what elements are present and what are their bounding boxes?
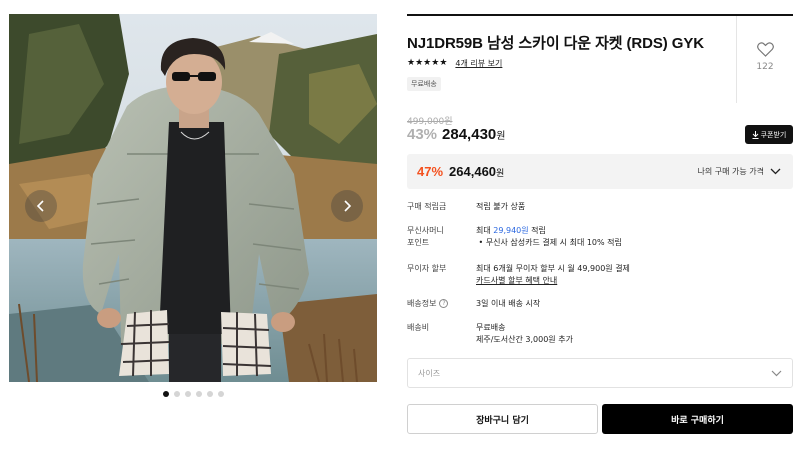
gallery-pagination	[9, 391, 377, 397]
size-select[interactable]: 사이즈	[407, 358, 793, 388]
my-price-label: 나의 구매 가능 가격	[697, 167, 764, 176]
coupon-label: 쿠폰받기	[760, 130, 787, 139]
shipping-label-text: 배송정보	[407, 299, 437, 308]
shipping-fee-note: 제주/도서산간 3,000원 추가	[476, 335, 573, 344]
add-to-cart-button[interactable]: 장바구니 담기	[407, 404, 598, 434]
product-photo	[9, 14, 377, 382]
installment-text: 최대 6개월 무이자 할부 시 월 49,900원 결제	[476, 264, 630, 273]
star-icon: ★	[415, 58, 424, 68]
product-image-gallery[interactable]	[9, 14, 377, 382]
musinsa-points-label: 무신사머니 포인트	[407, 225, 473, 249]
like-button[interactable]: 122	[736, 16, 793, 103]
musinsa-points-label-line1: 무신사머니	[407, 226, 444, 235]
gallery-dot[interactable]	[173, 391, 180, 397]
installment-value: 최대 6개월 무이자 할부 시 월 49,900원 결제 카드사별 할부 혜택 …	[476, 263, 786, 287]
like-count: 122	[756, 62, 774, 72]
discount-rate: 43%	[407, 126, 438, 143]
points-value: 적립 불가 상품	[476, 202, 526, 211]
sale-price-amount: 284,430	[442, 126, 497, 143]
musinsa-points-label-line2: 포인트	[407, 238, 430, 247]
rating-stars: ★ ★ ★ ★ ★	[407, 59, 447, 68]
bullet-icon: •	[476, 238, 486, 247]
free-shipping-badge: 무료배송	[407, 77, 441, 91]
my-discount-rate: 47%	[417, 164, 444, 179]
chevron-left-icon	[36, 200, 44, 212]
musinsa-points-amount: 29,940원	[493, 226, 529, 235]
heart-icon	[756, 42, 774, 57]
chevron-down-icon	[770, 168, 781, 175]
gallery-dot[interactable]	[217, 391, 224, 397]
price-row: 43% 284,430원	[407, 126, 505, 143]
gallery-next-button[interactable]	[331, 190, 363, 222]
currency-unit: 원	[496, 131, 506, 142]
star-icon: ★	[431, 58, 440, 68]
shipping-value: 3일 이내 배송 시작	[476, 299, 541, 308]
points-label: 구매 적립금	[407, 202, 447, 211]
product-title: NJ1DR59B 남성 스카이 다운 자켓 (RDS) GYK	[407, 35, 704, 52]
size-select-placeholder: 사이즈	[418, 368, 441, 378]
gallery-prev-button[interactable]	[25, 190, 57, 222]
download-icon	[752, 130, 759, 139]
star-icon: ★	[423, 58, 432, 68]
card-benefit-text: 무신사 삼성카드 결제 시 최대 10% 적립	[485, 238, 622, 247]
buy-now-button[interactable]: 바로 구매하기	[602, 404, 793, 434]
coupon-button[interactable]: 쿠폰받기	[745, 125, 793, 144]
musinsa-points-prefix: 최대	[476, 226, 494, 235]
my-price-amount: 264,460원	[449, 164, 504, 179]
gallery-dot[interactable]	[162, 391, 169, 397]
installment-label: 무이자 할부	[407, 264, 447, 273]
musinsa-points-suffix: 적립	[528, 226, 546, 235]
gallery-dot[interactable]	[206, 391, 213, 397]
rating: ★ ★ ★ ★ ★ 4개 리뷰 보기	[407, 58, 502, 69]
gallery-dot[interactable]	[195, 391, 202, 397]
gallery-dot[interactable]	[184, 391, 191, 397]
sale-price: 284,430원	[442, 126, 505, 143]
chevron-right-icon	[344, 200, 352, 212]
review-link[interactable]: 4개 리뷰 보기	[455, 58, 502, 69]
my-price-value: 264,460	[449, 164, 497, 179]
star-icon: ★	[407, 58, 416, 68]
shipping-fee-value: 무료배송 제주/도서산간 3,000원 추가	[476, 322, 786, 346]
shipping-label: 배송정보?	[407, 298, 473, 310]
star-icon: ★	[439, 58, 448, 68]
help-icon[interactable]: ?	[439, 299, 449, 308]
shipping-fee-label: 배송비	[407, 323, 430, 332]
shipping-fee-text: 무료배송	[476, 323, 506, 332]
musinsa-points-value: 최대 29,940원 적립 • 무신사 삼성카드 결제 시 최대 10% 적립	[476, 225, 786, 249]
installment-info-link[interactable]: 카드사별 할부 혜택 안내	[476, 276, 557, 285]
currency-unit: 원	[496, 168, 505, 178]
my-price-toggle[interactable]: 47% 264,460원 나의 구매 가능 가격	[407, 154, 793, 189]
chevron-down-icon	[771, 370, 782, 376]
